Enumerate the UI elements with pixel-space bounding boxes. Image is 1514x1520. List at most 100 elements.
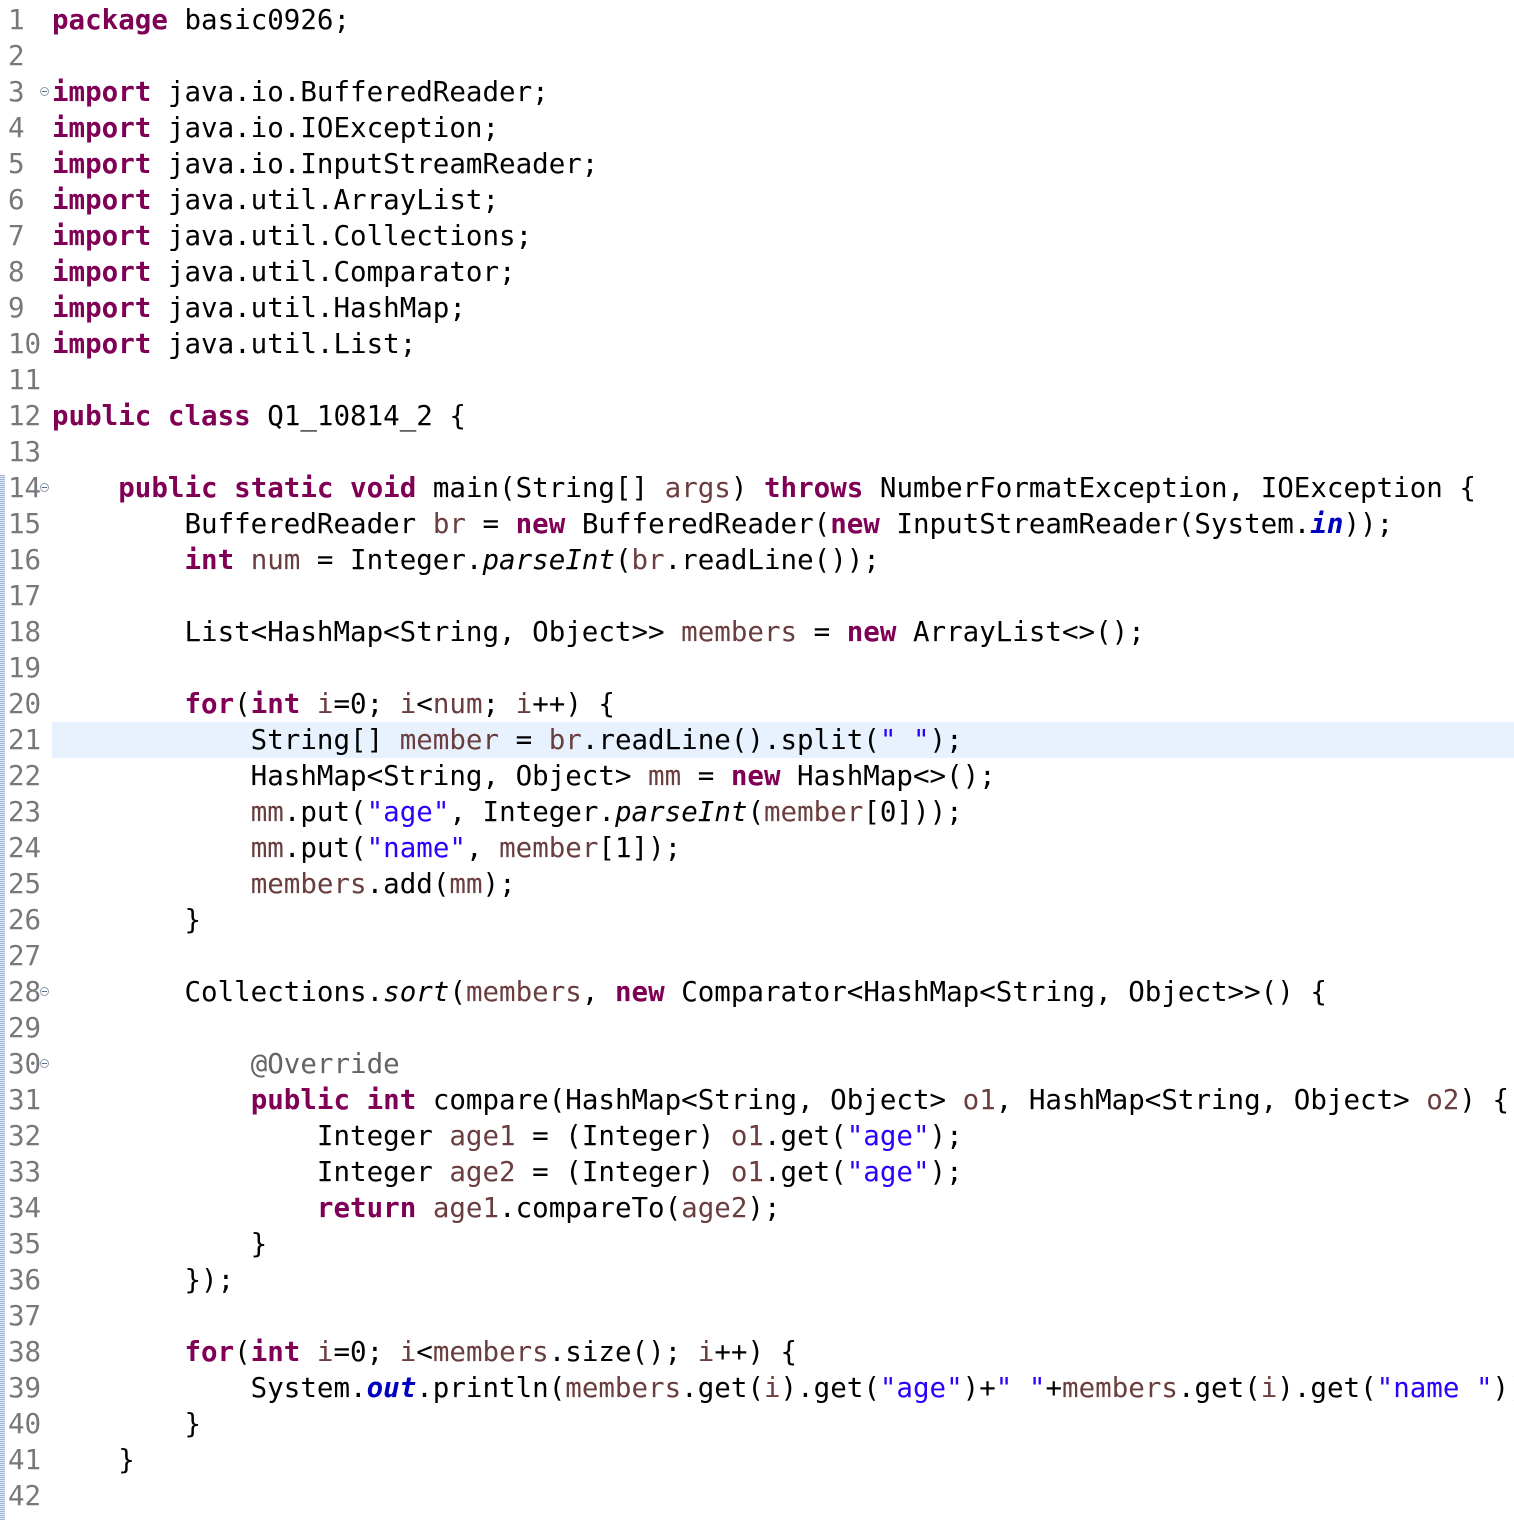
code-line[interactable]: 6 import java.util.ArrayList; <box>0 182 1514 218</box>
code-text[interactable]: for(int i=0; i<num; i++) { <box>52 686 1514 722</box>
code-text[interactable] <box>52 434 1514 470</box>
code-line[interactable]: 35 } <box>0 1226 1514 1262</box>
code-line[interactable]: 4 import java.io.IOException; <box>0 110 1514 146</box>
code-token: o1 <box>730 1156 764 1188</box>
fold-collapse-icon[interactable] <box>40 483 49 492</box>
code-text[interactable]: import java.util.ArrayList; <box>52 182 1514 218</box>
code-line[interactable]: 26 } <box>0 902 1514 938</box>
code-line[interactable]: 37 <box>0 1298 1514 1334</box>
code-line[interactable]: 13 <box>0 434 1514 470</box>
code-text[interactable]: import java.util.List; <box>52 326 1514 362</box>
code-text[interactable]: public int compare(HashMap<String, Objec… <box>52 1082 1514 1118</box>
code-line[interactable]: 5 import java.io.InputStreamReader; <box>0 146 1514 182</box>
code-line[interactable]: 32 Integer age1 = (Integer) o1.get("age"… <box>0 1118 1514 1154</box>
code-text[interactable]: } <box>52 1442 1514 1478</box>
code-text[interactable]: Integer age2 = (Integer) o1.get("age"); <box>52 1154 1514 1190</box>
code-text[interactable]: public static void main(String[] args) t… <box>52 470 1514 506</box>
code-text[interactable] <box>52 1010 1514 1046</box>
code-token: sort <box>383 976 450 1008</box>
code-text[interactable]: System.out.println(members.get(i).get("a… <box>52 1370 1514 1406</box>
code-line[interactable]: 16 int num = Integer.parseInt(br.readLin… <box>0 542 1514 578</box>
code-token: .get( <box>1177 1372 1261 1404</box>
code-text[interactable]: import java.io.IOException; <box>52 110 1514 146</box>
code-line[interactable]: 39 System.out.println(members.get(i).get… <box>0 1370 1514 1406</box>
code-text[interactable]: return age1.compareTo(age2); <box>52 1190 1514 1226</box>
code-text[interactable] <box>52 38 1514 74</box>
code-text[interactable] <box>52 650 1514 686</box>
code-line[interactable]: 23 mm.put("age", Integer.parseInt(member… <box>0 794 1514 830</box>
code-text[interactable] <box>52 938 1514 974</box>
code-text[interactable] <box>52 1478 1514 1514</box>
code-text[interactable]: List<HashMap<String, Object>> members = … <box>52 614 1514 650</box>
code-line[interactable]: 38 for(int i=0; i<members.size(); i++) { <box>0 1334 1514 1370</box>
code-text[interactable]: mm.put("age", Integer.parseInt(member[0]… <box>52 794 1514 830</box>
code-editor[interactable]: 1 package basic0926; 2 3 import java.io.Buff… <box>0 0 1514 1520</box>
code-line[interactable]: 27 <box>0 938 1514 974</box>
code-text[interactable]: BufferedReader br = new BufferedReader(n… <box>52 506 1514 542</box>
code-line[interactable]: 14 public static void main(String[] args… <box>0 470 1514 506</box>
code-text[interactable]: mm.put("name", member[1]); <box>52 830 1514 866</box>
code-text[interactable]: } <box>52 1226 1514 1262</box>
code-line[interactable]: 3 import java.io.BufferedReader; <box>0 74 1514 110</box>
code-line[interactable]: 17 <box>0 578 1514 614</box>
fold-collapse-icon[interactable] <box>40 87 49 96</box>
fold-collapse-icon[interactable] <box>40 1059 49 1068</box>
code-line[interactable]: 21 String[] member = br.readLine().split… <box>0 722 1514 758</box>
code-text[interactable]: Collections.sort(members, new Comparator… <box>52 974 1514 1010</box>
code-token: .get( <box>763 1120 847 1152</box>
code-line[interactable]: 24 mm.put("name", member[1]); <box>0 830 1514 866</box>
code-text[interactable] <box>52 1298 1514 1334</box>
code-line[interactable]: 25 members.add(mm); <box>0 866 1514 902</box>
code-line[interactable]: 9 import java.util.HashMap; <box>0 290 1514 326</box>
code-line[interactable]: 30 @Override <box>0 1046 1514 1082</box>
code-text[interactable]: String[] member = br.readLine().split(" … <box>52 722 1514 758</box>
code-text[interactable]: } <box>52 1406 1514 1442</box>
code-text[interactable]: import java.io.InputStreamReader; <box>52 146 1514 182</box>
code-line[interactable]: 36 }); <box>0 1262 1514 1298</box>
code-text[interactable]: import java.util.Collections; <box>52 218 1514 254</box>
code-text[interactable]: for(int i=0; i<members.size(); i++) { <box>52 1334 1514 1370</box>
line-number: 23 <box>8 796 42 828</box>
fold-collapse-icon[interactable] <box>40 987 49 996</box>
code-token: = Integer. <box>300 544 483 576</box>
code-text[interactable]: Integer age1 = (Integer) o1.get("age"); <box>52 1118 1514 1154</box>
code-text[interactable]: public class Q1_10814_2 { <box>52 398 1514 434</box>
code-text[interactable]: @Override <box>52 1046 1514 1082</box>
code-line[interactable]: 8 import java.util.Comparator; <box>0 254 1514 290</box>
code-text[interactable]: import java.io.BufferedReader; <box>52 74 1514 110</box>
code-text[interactable]: int num = Integer.parseInt(br.readLine()… <box>52 542 1514 578</box>
code-line[interactable]: 19 <box>0 650 1514 686</box>
code-text[interactable]: }); <box>52 1262 1514 1298</box>
code-text[interactable]: HashMap<String, Object> mm = new HashMap… <box>52 758 1514 794</box>
code-line[interactable]: 42 <box>0 1478 1514 1514</box>
code-token: "age" <box>846 1120 930 1152</box>
code-line[interactable]: 29 <box>0 1010 1514 1046</box>
code-line[interactable]: 2 <box>0 38 1514 74</box>
code-text[interactable] <box>52 578 1514 614</box>
code-line[interactable]: 34 return age1.compareTo(age2); <box>0 1190 1514 1226</box>
code-line[interactable]: 41 } <box>0 1442 1514 1478</box>
code-line[interactable]: 33 Integer age2 = (Integer) o1.get("age"… <box>0 1154 1514 1190</box>
code-line[interactable]: 20 for(int i=0; i<num; i++) { <box>0 686 1514 722</box>
code-line[interactable]: 12 public class Q1_10814_2 { <box>0 398 1514 434</box>
code-line[interactable]: 15 BufferedReader br = new BufferedReade… <box>0 506 1514 542</box>
code-text[interactable]: package basic0926; <box>52 2 1514 38</box>
line-number: 24 <box>8 832 42 864</box>
code-line[interactable]: 1 package basic0926; <box>0 2 1514 38</box>
code-token: " " <box>879 724 930 756</box>
code-text[interactable]: } <box>52 902 1514 938</box>
code-line[interactable]: 31 public int compare(HashMap<String, Ob… <box>0 1082 1514 1118</box>
code-text[interactable] <box>52 362 1514 398</box>
code-text[interactable]: import java.util.HashMap; <box>52 290 1514 326</box>
code-line[interactable]: 10 import java.util.List; <box>0 326 1514 362</box>
code-text[interactable]: members.add(mm); <box>52 866 1514 902</box>
code-line[interactable]: 18 List<HashMap<String, Object>> members… <box>0 614 1514 650</box>
code-line[interactable]: 22 HashMap<String, Object> mm = new Hash… <box>0 758 1514 794</box>
code-line[interactable]: 40 } <box>0 1406 1514 1442</box>
code-token: .get( <box>763 1156 847 1188</box>
code-line[interactable]: 28 Collections.sort(members, new Compara… <box>0 974 1514 1010</box>
code-line[interactable]: 7 import java.util.Collections; <box>0 218 1514 254</box>
code-text[interactable]: import java.util.Comparator; <box>52 254 1514 290</box>
code-line[interactable]: 11 <box>0 362 1514 398</box>
